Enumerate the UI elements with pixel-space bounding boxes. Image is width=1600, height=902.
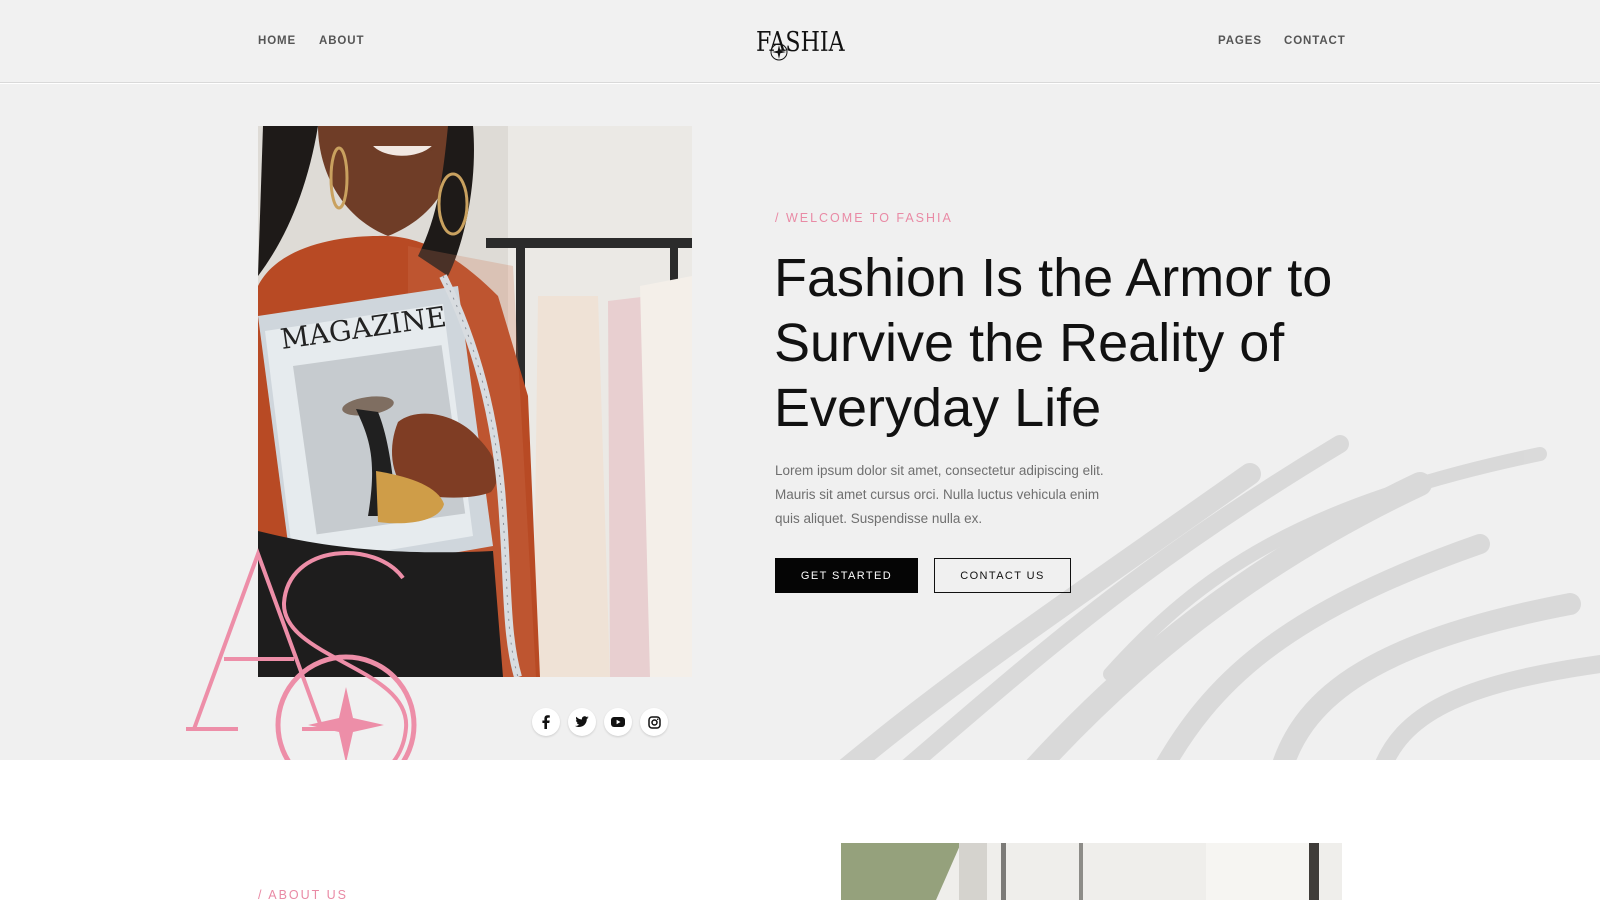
nav-contact-link[interactable]: CONTACT: [1284, 35, 1346, 47]
monogram-mark: [186, 548, 417, 760]
contact-us-button[interactable]: CONTACT US: [934, 558, 1071, 593]
get-started-button[interactable]: GET STARTED: [775, 558, 918, 593]
instagram-link[interactable]: [640, 708, 668, 736]
instagram-icon: [647, 715, 661, 729]
nav-pages-link[interactable]: PAGES: [1218, 35, 1262, 47]
nav-about-link[interactable]: ABOUT: [319, 35, 364, 47]
about-section: / ABOUT US: [0, 760, 1600, 902]
nav-home-link[interactable]: HOME: [258, 35, 296, 47]
hero-description: Lorem ipsum dolor sit amet, consectetur …: [775, 463, 1104, 526]
logo-sparkle-icon: [770, 43, 788, 61]
site-header: HOME ABOUT FASHIA PAGES CONTACT: [0, 0, 1600, 83]
youtube-icon: [611, 717, 625, 727]
twitter-link[interactable]: [568, 708, 596, 736]
hero-eyebrow: / WELCOME TO FASHIA: [775, 211, 953, 225]
twitter-icon: [575, 716, 589, 727]
social-links: [532, 708, 668, 736]
facebook-icon: [542, 715, 550, 729]
brand-logo[interactable]: FASHIA: [756, 26, 846, 66]
youtube-link[interactable]: [604, 708, 632, 736]
interior-image: [841, 843, 1342, 900]
about-photo: [841, 843, 1342, 900]
facebook-link[interactable]: [532, 708, 560, 736]
hero-title: Fashion Is the Armor to Survive the Real…: [774, 248, 1333, 438]
hero-section: MAGAZINE / WELCOME TO FASHIA Fashion Is …: [0, 84, 1600, 760]
